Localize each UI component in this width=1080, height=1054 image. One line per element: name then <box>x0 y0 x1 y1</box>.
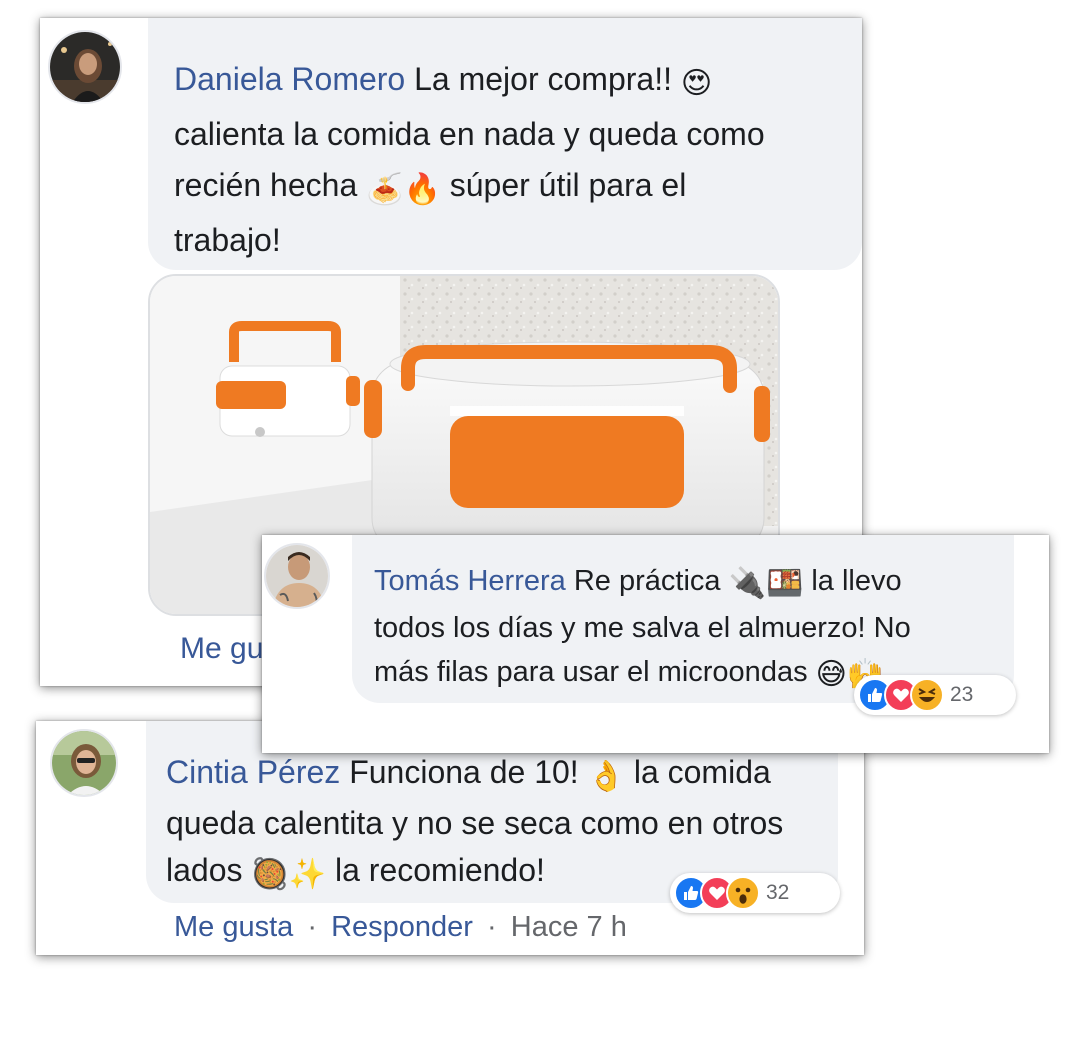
comment-text: Re práctica <box>573 565 721 597</box>
comment-text: la comida <box>633 754 771 790</box>
avatar[interactable] <box>50 729 118 797</box>
author-name[interactable]: Daniela Romero <box>174 61 405 97</box>
comment-text: Funciona de 10! <box>349 754 579 790</box>
separator-dot: · <box>487 911 497 943</box>
comment-bubble: Daniela Romero La mejor compra!! 😍 calie… <box>148 18 862 270</box>
wow-icon <box>726 876 760 910</box>
author-name[interactable]: Tomás Herrera <box>374 565 566 597</box>
like-link[interactable]: Me gusta <box>174 911 293 943</box>
comment-text: calienta la comida en nada y queda como <box>174 116 765 152</box>
comment-text: recién hecha <box>174 167 358 203</box>
paella-emoji: 🥘 <box>251 858 289 891</box>
comment-text: La mejor compra!! <box>414 61 672 97</box>
heart-eyes-emoji: 😍 <box>680 67 713 100</box>
comment-card-cintia: Cintia Pérez Funciona de 10! 👌 la comida… <box>36 721 864 955</box>
reactions-summary[interactable]: 23 <box>854 675 1016 715</box>
comment-text: la llevo <box>811 565 902 597</box>
reply-link[interactable]: Responder <box>331 911 473 943</box>
ok-hand-emoji: 👌 <box>587 760 625 793</box>
author-name[interactable]: Cintia Pérez <box>166 754 340 790</box>
plug-emoji: 🔌 <box>728 567 766 600</box>
separator-dot: · <box>307 911 318 943</box>
comment-text: súper útil para el <box>449 167 687 203</box>
comment-text: trabajo! <box>174 222 281 258</box>
reaction-count: 23 <box>950 683 974 706</box>
comment-actions: Me gusta · Responder · Hace 7 h <box>174 911 627 944</box>
avatar[interactable] <box>264 543 330 609</box>
comment-text: queda calentita y no se seca como en otr… <box>166 805 784 841</box>
reaction-count: 32 <box>766 881 790 904</box>
fire-emoji: 🔥 <box>403 173 441 206</box>
comment-text: lados <box>166 852 243 888</box>
comment-text: todos los días y me salva el almuerzo! N… <box>374 612 911 644</box>
sparkles-emoji: ✨ <box>288 858 327 891</box>
bento-emoji: 🍱 <box>765 567 804 600</box>
like-link[interactable]: Me gu <box>180 632 263 665</box>
comment-text: más filas para usar el microondas <box>374 656 808 688</box>
sweat-smile-emoji: 😅 <box>815 658 847 691</box>
comment-card-tomas: Tomás Herrera Re práctica 🔌🍱 la llevo to… <box>262 535 1049 753</box>
timestamp[interactable]: Hace 7 h <box>511 911 627 943</box>
avatar[interactable] <box>48 30 122 104</box>
reactions-summary[interactable]: 32 <box>670 873 840 913</box>
comment-text: la recomiendo! <box>335 852 545 888</box>
spaghetti-emoji: 🍝 <box>366 173 404 206</box>
laugh-icon <box>910 678 944 712</box>
comment-actions: Me gu <box>180 632 263 666</box>
